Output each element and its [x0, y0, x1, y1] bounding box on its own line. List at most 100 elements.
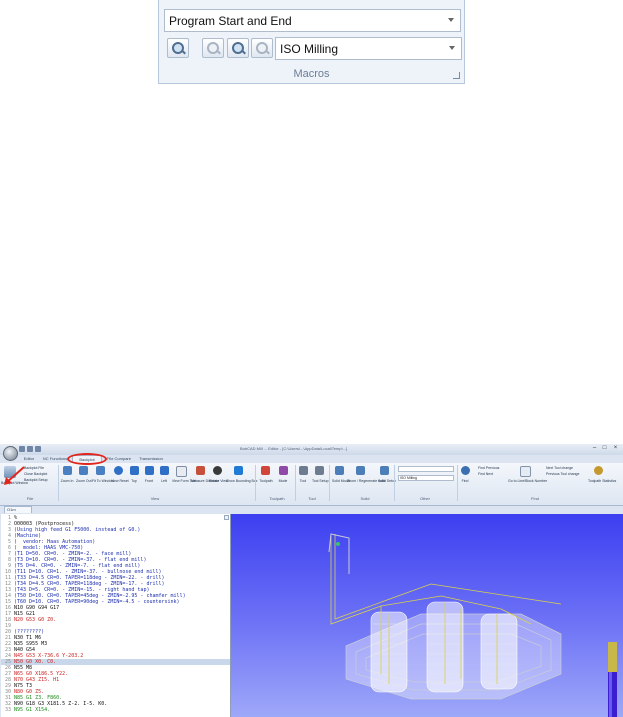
undo-icon[interactable] — [27, 446, 33, 452]
go-to-line-icon[interactable] — [520, 466, 531, 477]
backplot-viewport[interactable] — [231, 514, 623, 717]
zoom-regenerate-solid-icon[interactable] — [356, 466, 365, 475]
group-label-view: View — [150, 496, 160, 501]
view-form-tool-label[interactable]: View Form Tool — [172, 479, 196, 483]
zoom-in-label[interactable]: Zoom In — [60, 479, 74, 483]
fit-to-window-icon[interactable] — [96, 466, 105, 475]
tab-nc-functions[interactable]: NC Functions — [40, 455, 70, 463]
close-backplot-button[interactable]: Close Backplot — [24, 472, 47, 476]
code-text: N95 G1 X154. — [14, 707, 51, 713]
zoom-in-icon[interactable] — [63, 466, 72, 475]
find-next-button[interactable]: Find Next — [478, 472, 493, 476]
tool-lead-in — [328, 533, 350, 574]
toolpath-label[interactable]: Toolpath — [258, 479, 274, 483]
show-bounding-box-label[interactable]: Show Bounding Box — [226, 479, 258, 483]
left-view-icon[interactable] — [160, 466, 169, 475]
ribbon-separator — [394, 465, 395, 501]
save-icon[interactable] — [19, 446, 25, 452]
next-tool-change-button[interactable]: Next Tool change — [546, 466, 573, 470]
macros-group-label: Macros — [293, 68, 330, 80]
mode-label[interactable]: Mode — [277, 479, 289, 483]
measure-distance-icon[interactable] — [196, 466, 205, 475]
front-label[interactable]: Front — [143, 479, 155, 483]
zoom-regenerate-solid-label[interactable]: Zoom / Regenerate solid — [347, 479, 385, 483]
document-tab-bar: O1m — [0, 506, 623, 513]
macros-ribbon-group: Program Start and End ISO Milling Macros — [158, 0, 465, 84]
line-number: 33 — [4, 707, 11, 713]
window-title: BobCAD Mill ... Editor - [C:\Users\...\A… — [240, 446, 348, 451]
tool-setup-label[interactable]: Tool Setup — [312, 479, 329, 483]
rotate-view-label[interactable]: Rotate View — [209, 479, 228, 483]
solid-model-icon[interactable] — [335, 466, 344, 475]
cimco-editor-window: BobCAD Mill ... Editor - [C:\Users\...\A… — [0, 444, 623, 717]
other-dropdown-top[interactable] — [398, 466, 454, 472]
solid-setup-label[interactable]: Solid Setup — [378, 479, 396, 483]
code-line[interactable]: 33 N95 G1 X154. — [1, 707, 230, 713]
tab-editor[interactable]: Editor — [18, 455, 40, 463]
ribbon-separator — [255, 465, 256, 501]
zoom-disabled-icon-handle — [265, 49, 270, 55]
tool-icon[interactable] — [299, 466, 308, 475]
iso-milling-dropdown[interactable]: ISO Milling — [275, 37, 462, 60]
top-label[interactable]: Top — [128, 479, 140, 483]
ribbon-separator — [329, 465, 330, 501]
find-icon[interactable] — [461, 466, 470, 475]
zoom-disabled-button[interactable] — [251, 38, 273, 58]
solid-setup-icon[interactable] — [380, 466, 389, 475]
ribbon-backplot: Backplot Window Backplot File Close Back… — [0, 463, 623, 506]
find-previous-button[interactable]: Find Previous — [478, 466, 499, 470]
top-view-icon[interactable] — [130, 466, 139, 475]
program-dropdown-value: Program Start and End — [169, 14, 292, 28]
measure-distance-label[interactable]: Measure Distance — [191, 479, 219, 483]
close-button[interactable]: × — [611, 445, 620, 452]
find-label[interactable]: Find — [458, 479, 472, 483]
nc-code-editor[interactable]: 1% 2 O00003 (Postprocess) 3 (Using high feed… — [1, 514, 231, 717]
ribbon-separator — [58, 465, 59, 501]
pockets — [370, 601, 518, 693]
zoom-in-button[interactable] — [227, 38, 249, 58]
show-bounding-box-icon[interactable] — [234, 466, 243, 475]
backplot-file-button[interactable]: Backplot File — [24, 466, 44, 470]
view-reset-icon[interactable] — [114, 466, 123, 475]
tool-setup-icon[interactable] — [315, 466, 324, 475]
zoom-out-icon[interactable] — [79, 466, 88, 475]
other-mode-dropdown[interactable]: ISO Milling — [398, 475, 454, 481]
left-label[interactable]: Left — [158, 479, 170, 483]
view-reset-label[interactable]: View Reset — [111, 479, 129, 483]
redo-icon[interactable] — [35, 446, 41, 452]
maximize-button[interactable]: □ — [600, 445, 609, 452]
macro-tool-button[interactable] — [167, 38, 189, 58]
toolpath-statistics-icon[interactable] — [594, 466, 603, 475]
toolpath-render — [328, 533, 617, 717]
group-label-tool: Tool — [308, 496, 316, 501]
previous-tool-change-button[interactable]: Previous Tool change — [546, 472, 579, 476]
toolpath-icon[interactable] — [261, 466, 270, 475]
dialog-launcher-icon[interactable] — [453, 72, 460, 79]
annotation-highlight-oval — [67, 453, 107, 465]
fit-to-window-label[interactable]: Fit To Window — [92, 479, 114, 483]
mode-icon[interactable] — [279, 466, 288, 475]
rotate-view-icon[interactable] — [213, 466, 222, 475]
group-label-solid: Solid — [360, 496, 370, 501]
document-tab[interactable]: O1m — [4, 506, 32, 513]
toolpath-statistics-label[interactable]: Toolpath Statistics — [588, 479, 616, 483]
solid-model-label[interactable]: Solid Model — [332, 479, 350, 483]
minimize-button[interactable]: – — [590, 445, 599, 452]
chevron-down-icon[interactable] — [449, 46, 455, 50]
view-form-tool-icon[interactable] — [176, 466, 187, 477]
backplot-setup-button[interactable]: Backplot Setup — [24, 478, 48, 482]
zoom-in-icon-handle — [241, 49, 246, 55]
chevron-down-icon[interactable] — [448, 18, 454, 22]
annotation-arrow-icon — [4, 466, 25, 485]
tab-transmission[interactable]: Transmission — [136, 455, 166, 463]
group-label-toolpath: Toolpath — [269, 496, 285, 501]
program-start-end-dropdown[interactable]: Program Start and End — [164, 9, 461, 32]
front-view-icon[interactable] — [145, 466, 154, 475]
zoom-icon-handle — [216, 49, 221, 55]
tab-file-compare[interactable]: File Compare — [103, 455, 135, 463]
group-label-other: Other — [419, 496, 430, 501]
tool-label[interactable]: Tool — [297, 479, 309, 483]
go-to-line-label[interactable]: Go to Line/Block Number — [508, 479, 547, 483]
zoom-button[interactable] — [202, 38, 224, 58]
zoom-out-label[interactable]: Zoom Out — [76, 479, 92, 483]
